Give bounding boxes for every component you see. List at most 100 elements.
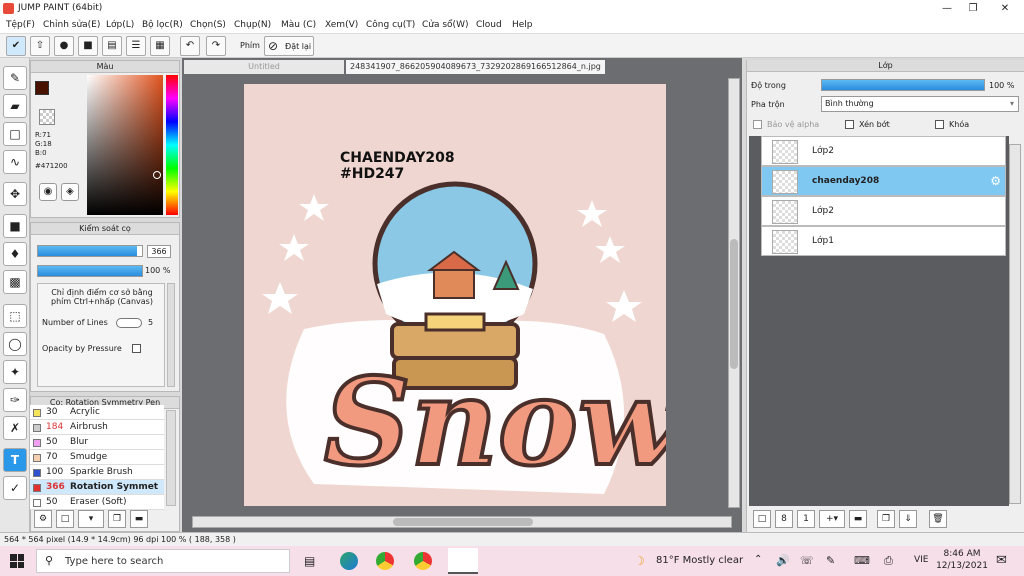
blend-mode-select[interactable]: Bình thường ▾ (821, 96, 1019, 112)
canvas-artwork[interactable]: CHAENDAY208 #HD247 Snow (244, 84, 666, 506)
h-scroll-thumb[interactable] (393, 518, 533, 526)
primary-color-swatch[interactable] (35, 81, 49, 95)
menu-filter[interactable]: Bộ lọc(R) (142, 20, 183, 30)
undo-icon[interactable]: ↶ (180, 36, 200, 56)
brush-size-value[interactable]: 366 (147, 245, 171, 258)
menu-select[interactable]: Chọn(S) (190, 20, 226, 30)
selection-eraser-icon[interactable]: ✗ (3, 416, 27, 440)
brush-item[interactable]: 70 Smudge (30, 450, 164, 465)
layer-opacity-slider[interactable] (821, 79, 985, 91)
add-layer-menu-icon[interactable]: +▾ (819, 510, 845, 528)
layer-settings-icon[interactable]: ⚙ (990, 174, 1001, 188)
menu-color[interactable]: Màu (C) (281, 20, 316, 30)
layer-item[interactable]: Lớp2 (761, 196, 1006, 226)
number-of-lines-slider[interactable] (116, 318, 142, 328)
message-icon[interactable]: ■ (78, 36, 98, 56)
lock-checkbox[interactable] (935, 120, 944, 129)
eyedropper-tool-icon[interactable]: ✓ (3, 476, 27, 500)
menu-view[interactable]: Xem(V) (325, 20, 358, 30)
hue-slider[interactable] (166, 75, 178, 215)
brush-item[interactable]: 366 Rotation Symmet (30, 480, 164, 495)
brush-list-scrollbar[interactable] (166, 410, 176, 506)
lasso-tool-icon[interactable]: ◯ (3, 332, 27, 356)
duplicate-layer-icon[interactable]: ❐ (877, 510, 895, 528)
task-view-icon[interactable]: ▤ (304, 554, 315, 568)
brush-item[interactable]: 30 Acrylic (30, 405, 164, 420)
reset-button[interactable]: ⊘ Đặt lại (264, 36, 314, 56)
grid-icon[interactable]: ▦ (150, 36, 170, 56)
brush-size-slider[interactable] (37, 245, 143, 257)
menu-help[interactable]: Help (512, 20, 533, 30)
edge-browser-icon[interactable] (340, 552, 358, 570)
duplicate-brush-icon[interactable]: ❐ (108, 510, 126, 528)
brush-tool-icon[interactable]: ∿ (3, 150, 27, 174)
brush-item[interactable]: 50 Blur (30, 435, 164, 450)
clock-time[interactable]: 8:46 AM (940, 549, 984, 559)
protect-alpha-checkbox[interactable] (753, 120, 762, 129)
new-brush-icon[interactable]: □ (56, 510, 74, 528)
delete-layer-icon[interactable]: 🗑 (929, 510, 947, 528)
rect-tool-icon[interactable]: ■ (3, 214, 27, 238)
comment-icon[interactable]: ● (54, 36, 74, 56)
keyboard-icon[interactable]: ⌨ (854, 554, 870, 567)
folder-icon[interactable]: ▬ (130, 510, 148, 528)
saturation-field[interactable] (87, 75, 163, 215)
jump-paint-task-icon[interactable] (448, 548, 478, 574)
transparent-swatch[interactable] (39, 109, 55, 125)
tab-image[interactable]: 248341907_866205904089673_73292028691665… (346, 60, 605, 74)
redo-icon[interactable]: ↷ (206, 36, 226, 56)
show-hidden-icons-icon[interactable]: ⌃ (754, 554, 762, 565)
menu-edit[interactable]: Chỉnh sửa(E) (43, 20, 100, 30)
canvas-v-scrollbar[interactable] (728, 78, 740, 508)
eraser-tool-icon[interactable]: ▰ (3, 94, 27, 118)
marquee-tool-icon[interactable]: ⬚ (3, 304, 27, 328)
color-history-icon[interactable]: ◈ (61, 183, 79, 201)
menu-file[interactable]: Tệp(F) (6, 20, 35, 30)
brush-item[interactable]: 100 Sparkle Brush (30, 465, 164, 480)
pen-tool-icon[interactable]: ✎ (3, 66, 27, 90)
layer-item-selected[interactable]: chaenday208 ⚙ (761, 166, 1006, 196)
speaker-icon[interactable]: 🔊 (776, 554, 790, 567)
selection-pen-icon[interactable]: ✑ (3, 388, 27, 412)
menu-tools[interactable]: Công cụ(T) (366, 20, 415, 30)
fill-tool-icon[interactable]: ♦ (3, 242, 27, 266)
weather-text[interactable]: 81°F Mostly clear (656, 555, 743, 566)
network-icon[interactable]: ☏ (800, 554, 814, 567)
menu-layer[interactable]: Lớp(L) (106, 20, 134, 30)
color-picker-cursor[interactable] (153, 171, 161, 179)
new-layer-8bit-icon[interactable]: 8 (775, 510, 793, 528)
clock-date[interactable]: 12/13/2021 (936, 561, 988, 571)
menu-capture[interactable]: Chụp(N) (234, 20, 271, 30)
search-box[interactable]: ⚲ Type here to search (36, 549, 290, 573)
merge-layer-icon[interactable]: ⇓ (899, 510, 917, 528)
windows-start-icon[interactable] (10, 554, 24, 568)
new-layer-1bit-icon[interactable]: 1 (797, 510, 815, 528)
text-tool-icon[interactable]: T (3, 448, 27, 472)
input-language[interactable]: VIE (914, 555, 929, 565)
maximize-button[interactable]: ❐ (956, 0, 990, 18)
clip-checkbox[interactable] (845, 120, 854, 129)
gradient-tool-icon[interactable]: ▩ (3, 270, 27, 294)
layer-item[interactable]: Lớp2 (761, 136, 1006, 166)
palette-icon[interactable]: ◉ (39, 183, 57, 201)
chrome-profile-icon[interactable] (414, 552, 432, 570)
export-icon[interactable]: ⇧ (30, 36, 50, 56)
brush-settings-scrollbar[interactable] (167, 283, 175, 387)
select-tool-icon[interactable]: □ (3, 122, 27, 146)
list-icon[interactable]: ☰ (126, 36, 146, 56)
close-button[interactable]: ✕ (988, 0, 1022, 18)
layer-folder-icon[interactable]: ▬ (849, 510, 867, 528)
printer-icon[interactable]: ⎙ (884, 554, 893, 568)
new-layer-icon[interactable]: □ (753, 510, 771, 528)
brush-menu-icon[interactable]: ▾ (78, 510, 104, 528)
check-icon[interactable]: ✔ (6, 36, 26, 56)
document-icon[interactable]: ▤ (102, 36, 122, 56)
canvas-h-scrollbar[interactable] (192, 516, 732, 528)
brush-settings-icon[interactable]: ⚙ (34, 510, 52, 528)
tab-untitled[interactable]: Untitled (184, 60, 344, 74)
notification-icon[interactable]: ✉ (996, 553, 1007, 568)
magic-wand-icon[interactable]: ✦ (3, 360, 27, 384)
v-scroll-thumb[interactable] (730, 239, 738, 369)
opacity-pressure-checkbox[interactable] (132, 344, 141, 353)
menu-window[interactable]: Cửa sổ(W) (422, 20, 468, 30)
